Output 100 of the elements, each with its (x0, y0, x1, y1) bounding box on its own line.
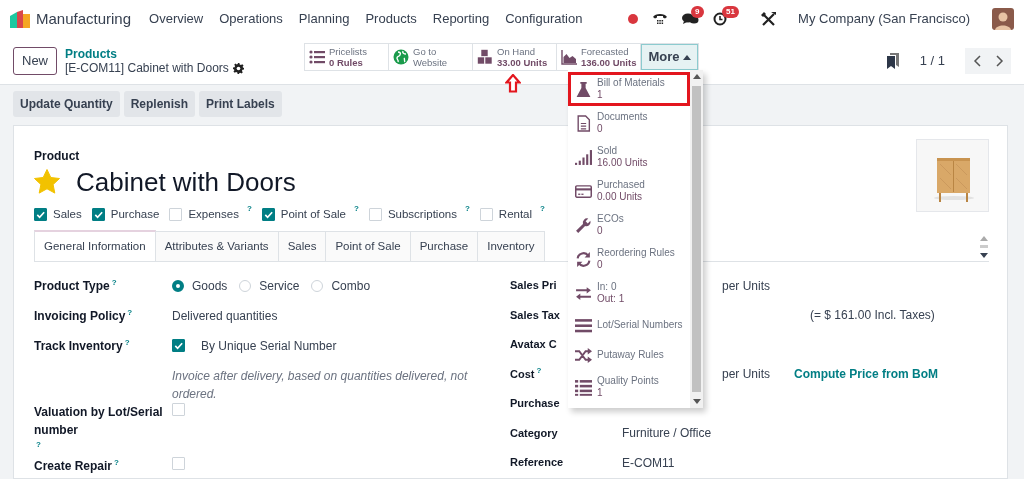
field-label: Valuation by Lot/Serial number (34, 403, 164, 439)
field-value: E-COM11 (622, 454, 675, 472)
field-label: Purchase (510, 397, 560, 410)
flask-icon (575, 80, 592, 98)
field-label: Sales Pri (510, 279, 557, 292)
field-label: Avatax C (510, 338, 557, 351)
more-button[interactable]: More (641, 44, 699, 70)
menu-icon (575, 316, 592, 334)
form-tab[interactable]: Inventory (478, 230, 545, 261)
clock-icon[interactable] (713, 12, 728, 26)
form-tab[interactable]: Purchase (410, 230, 479, 261)
dropdown-item[interactable]: Putaway Rules (568, 340, 690, 370)
checkbox[interactable] (34, 207, 47, 221)
help-tooltip-mark[interactable]: ? (124, 337, 130, 347)
field-label: Cost (510, 367, 535, 380)
help-tooltip-mark[interactable]: ? (36, 439, 41, 449)
checkbox-label[interactable]: Rental (498, 205, 533, 223)
checkbox-label[interactable]: Sales (53, 205, 82, 223)
checkbox[interactable] (91, 207, 105, 221)
checkbox[interactable] (261, 207, 275, 221)
field-value: per Units (722, 366, 771, 383)
radio-label[interactable]: Goods (192, 276, 228, 295)
chevron-left-icon (972, 55, 981, 67)
next-button[interactable] (988, 48, 1011, 74)
action-button[interactable]: Print Labels (199, 91, 282, 117)
shuffle-icon (575, 346, 592, 364)
app-name[interactable]: Manufacturing (36, 7, 132, 31)
form-tab[interactable]: Attributes & Variants (155, 230, 279, 261)
document-icon (575, 114, 592, 132)
field-label: Sales Tax (510, 308, 560, 321)
menu-item[interactable]: Overview (141, 9, 212, 29)
compute-price-link[interactable]: Compute Price from BoM (794, 365, 939, 383)
action-button[interactable]: Update Quantity (13, 91, 120, 117)
pager-value: 1 / 1 (919, 52, 945, 71)
field-label: Invoicing Policy (34, 307, 126, 325)
dropdown-item[interactable]: Documents 0 (568, 106, 690, 140)
breadcrumb-link[interactable]: Products (65, 47, 244, 61)
radio-label[interactable]: Service (259, 276, 300, 295)
star-icon[interactable] (34, 169, 60, 194)
wrench-icon (575, 216, 592, 234)
credit-card-icon (575, 182, 592, 200)
area-chart-icon (561, 49, 577, 65)
dropdown-item[interactable]: In: 0 Out: 1 (568, 276, 690, 310)
tools-icon[interactable] (761, 11, 777, 27)
help-tooltip-mark[interactable]: ? (111, 277, 117, 287)
scrollbar[interactable] (690, 70, 703, 408)
form-tab[interactable]: Point of Sale (326, 230, 411, 261)
form-tab[interactable]: General Information (34, 229, 156, 261)
chevron-right-icon (995, 55, 1004, 67)
phone-icon[interactable] (652, 12, 669, 26)
field-value: Delivered quantities (172, 307, 278, 325)
menu-item[interactable]: Products (357, 9, 425, 29)
dropdown-item[interactable]: Sold 16.00 Units (568, 140, 690, 174)
dropdown-item[interactable]: ECOs 0 (568, 208, 690, 242)
field-value: per Units (722, 277, 771, 295)
gear-icon[interactable] (232, 62, 244, 74)
field-label: Product Type (34, 277, 110, 295)
checkbox[interactable] (172, 339, 185, 353)
recording-dot-icon[interactable] (628, 14, 639, 24)
action-button[interactable]: Replenish (123, 91, 196, 117)
radio-label[interactable]: Combo (331, 276, 371, 295)
checkbox-label[interactable]: Expenses (188, 205, 239, 223)
field-label: Create Repair (34, 457, 113, 475)
user-avatar[interactable] (992, 8, 1014, 30)
menu-item[interactable]: Configuration (497, 9, 591, 29)
new-button[interactable]: New (13, 47, 57, 75)
field-label: Track Inventory (34, 337, 123, 355)
record-title: [E-COM11] Cabinet with Doors (65, 61, 229, 75)
app-logo-icon (10, 10, 30, 28)
company-switcher[interactable]: My Company (San Francisco) (790, 9, 978, 29)
dropdown-item[interactable]: Bill of Materials 1 (568, 72, 690, 106)
checkbox-label[interactable]: Point of Sale (280, 205, 346, 223)
help-text: Invoice after delivery, based on quantities delivered, not ordered. (172, 367, 469, 403)
field-label: Reference (510, 456, 564, 469)
checkbox-label[interactable]: Subscriptions (387, 205, 457, 223)
help-tooltip-mark[interactable]: ? (536, 365, 542, 375)
notification-badge: 9 (691, 6, 704, 18)
dropdown-item[interactable]: Reordering Rules 0 (568, 242, 690, 276)
previous-button[interactable] (965, 48, 988, 74)
product-name-field[interactable]: Cabinet with Doors (76, 165, 296, 198)
dropdown-item[interactable]: Quality Points 1 (568, 370, 690, 404)
field-value: Furniture / Office (622, 425, 712, 442)
checkbox-label[interactable]: Purchase (110, 205, 160, 223)
menu-item[interactable]: Operations (211, 9, 291, 29)
checkbox-label[interactable]: By Unique Serial Number (201, 336, 337, 355)
form-tab[interactable]: Sales (278, 230, 327, 261)
dropdown-item[interactable]: Lot/Serial Numbers (568, 310, 690, 340)
boxes-icon (477, 49, 493, 65)
bookmark-icon[interactable] (885, 53, 900, 69)
radio-button[interactable] (172, 279, 184, 292)
menu-item[interactable]: Planning (290, 9, 358, 29)
refresh-icon (575, 250, 592, 268)
help-tooltip-mark[interactable]: ? (127, 307, 133, 317)
dropdown-item[interactable]: Purchased 0.00 Units (568, 174, 690, 208)
list-icon (309, 49, 325, 65)
menu-item[interactable]: Reporting (424, 9, 498, 29)
field-label: Product (34, 149, 80, 163)
list-icon (575, 378, 592, 396)
field-value: (= $ 161.00 Incl. Taxes) (810, 307, 935, 324)
help-tooltip-mark[interactable]: ? (114, 457, 119, 467)
